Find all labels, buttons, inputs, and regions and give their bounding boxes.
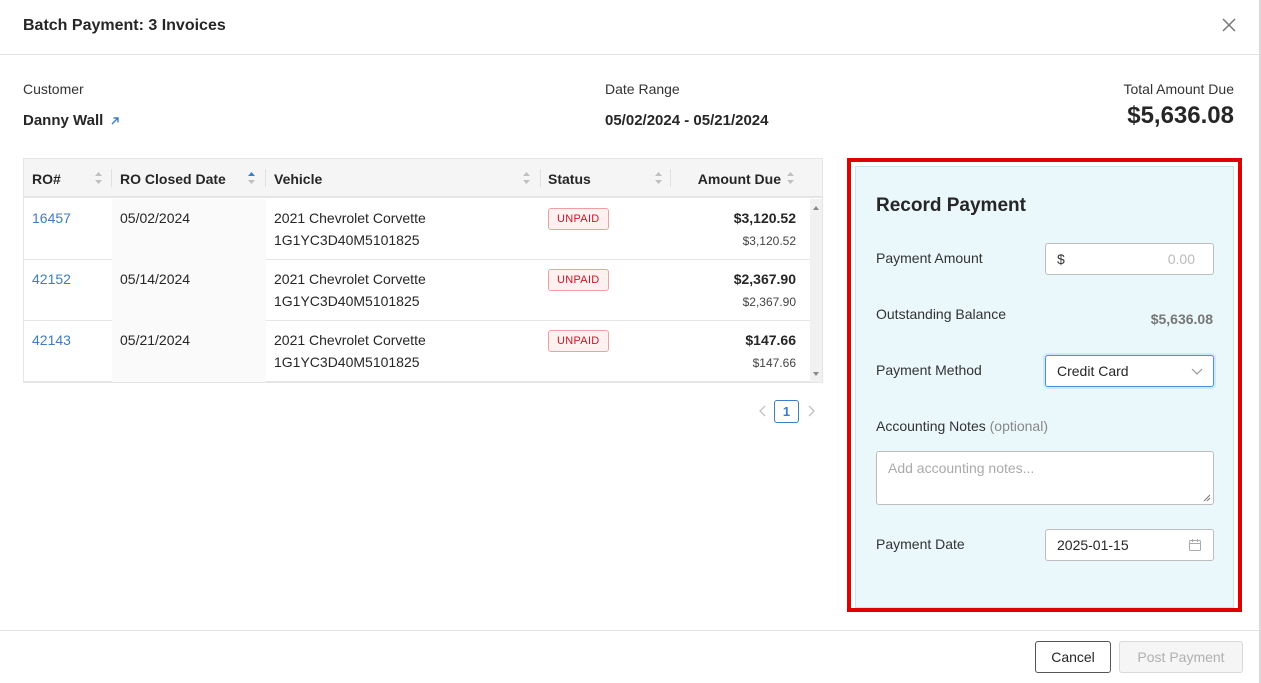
date-range-label: Date Range (605, 81, 680, 97)
accounting-notes-label: Accounting Notes (optional) (876, 418, 1048, 434)
payment-date-value: 2025-01-15 (1057, 537, 1129, 553)
amount-due-sub: $3,120.52 (742, 234, 796, 248)
vehicle-name: 2021 Chevrolet Corvette (274, 271, 426, 287)
amount-due-sub: $147.66 (752, 356, 796, 370)
table-row: 42152 05/14/2024 2021 Chevrolet Corvette… (24, 260, 810, 321)
accounting-notes-textarea[interactable]: Add accounting notes... (876, 451, 1214, 505)
table-row: 16457 05/02/2024 2021 Chevrolet Corvette… (24, 199, 810, 260)
sort-icon[interactable] (522, 171, 531, 185)
payment-date-picker[interactable]: 2025-01-15 (1045, 529, 1214, 561)
cancel-button[interactable]: Cancel (1035, 641, 1111, 673)
page-1-button[interactable]: 1 (774, 400, 799, 423)
accounting-notes-label-text: Accounting Notes (876, 418, 986, 434)
column-divider (111, 169, 112, 187)
accounting-notes-placeholder: Add accounting notes... (888, 460, 1035, 476)
vehicle-vin: 1G1YC3D40M5101825 (274, 293, 420, 309)
outstanding-balance-value: $5,636.08 (1150, 311, 1213, 327)
column-divider (265, 169, 266, 187)
sorted-column-bg (112, 321, 266, 382)
amount-due: $2,367.90 (733, 271, 796, 287)
payment-date-label: Payment Date (876, 536, 965, 552)
column-divider (540, 169, 541, 187)
payment-amount-placeholder: 0.00 (1167, 251, 1195, 267)
amount-due: $3,120.52 (733, 210, 796, 226)
ro-link[interactable]: 16457 (32, 210, 71, 226)
calendar-icon[interactable] (1188, 538, 1202, 552)
table-header: RO# RO Closed Date Vehicle Status Amount… (24, 159, 822, 198)
payment-amount-label: Payment Amount (876, 250, 983, 266)
vehicle-name: 2021 Chevrolet Corvette (274, 210, 426, 226)
closed-date: 05/02/2024 (120, 210, 191, 226)
column-header-status[interactable]: Status (548, 159, 591, 198)
outstanding-balance-label: Outstanding Balance (876, 306, 1006, 322)
column-header-ro[interactable]: RO# (32, 159, 61, 198)
status-badge: UNPAID (548, 269, 609, 291)
closed-date: 05/21/2024 (120, 332, 191, 348)
next-page-icon[interactable] (805, 404, 817, 418)
scroll-up-icon[interactable] (812, 204, 820, 212)
customer-label: Customer (23, 81, 84, 97)
payment-method-value: Credit Card (1057, 363, 1129, 379)
currency-prefix: $ (1057, 251, 1065, 267)
status-badge: UNPAID (548, 208, 609, 230)
record-payment-title: Record Payment (876, 195, 1026, 216)
prev-page-icon[interactable] (757, 404, 769, 418)
total-due-label: Total Amount Due (1123, 81, 1234, 97)
ro-link[interactable]: 42143 (32, 332, 71, 348)
date-range-value: 05/02/2024 - 05/21/2024 (605, 112, 769, 129)
sort-icon[interactable] (94, 171, 103, 185)
customer-name[interactable]: Danny Wall (23, 112, 121, 129)
ro-link[interactable]: 42152 (32, 271, 71, 287)
scroll-down-icon[interactable] (812, 370, 820, 378)
invoices-table: RO# RO Closed Date Vehicle Status Amount… (23, 158, 823, 383)
record-payment-panel: Record Payment Payment Amount $ 0.00 Out… (855, 166, 1234, 608)
payment-method-label: Payment Method (876, 362, 982, 378)
record-payment-panel-highlight: Record Payment Payment Amount $ 0.00 Out… (847, 158, 1242, 612)
close-icon[interactable] (1219, 15, 1239, 35)
amount-due: $147.66 (745, 332, 796, 348)
vehicle-name: 2021 Chevrolet Corvette (274, 332, 426, 348)
status-badge: UNPAID (548, 330, 609, 352)
optional-hint: (optional) (989, 418, 1048, 434)
total-due-value: $5,636.08 (1127, 102, 1234, 129)
vehicle-vin: 1G1YC3D40M5101825 (274, 232, 420, 248)
sorted-column-bg (112, 199, 266, 260)
modal-title: Batch Payment: 3 Invoices (23, 17, 226, 34)
payment-amount-input[interactable]: $ 0.00 (1045, 243, 1214, 275)
payment-method-select[interactable]: Credit Card (1045, 355, 1214, 387)
customer-name-text[interactable]: Danny Wall (23, 112, 103, 129)
column-header-closed-date[interactable]: RO Closed Date (120, 159, 226, 198)
column-header-vehicle[interactable]: Vehicle (274, 159, 322, 198)
column-divider (670, 169, 671, 187)
resize-handle-icon[interactable] (1203, 494, 1211, 502)
amount-due-sub: $2,367.90 (742, 295, 796, 309)
sort-icon[interactable] (654, 171, 663, 185)
external-link-icon[interactable] (109, 115, 121, 127)
column-header-amount-due[interactable]: Amount Due (698, 159, 781, 198)
closed-date: 05/14/2024 (120, 271, 191, 287)
post-payment-button[interactable]: Post Payment (1119, 641, 1243, 673)
chevron-down-icon (1191, 368, 1203, 375)
vehicle-vin: 1G1YC3D40M5101825 (274, 354, 420, 370)
table-scrollbar[interactable] (810, 199, 822, 382)
modal-header: Batch Payment: 3 Invoices (0, 0, 1261, 55)
sorted-column-bg (112, 260, 266, 321)
sort-icon[interactable] (786, 171, 795, 185)
table-row: 42143 05/21/2024 2021 Chevrolet Corvette… (24, 321, 810, 382)
sort-ascending-icon[interactable] (247, 171, 256, 185)
